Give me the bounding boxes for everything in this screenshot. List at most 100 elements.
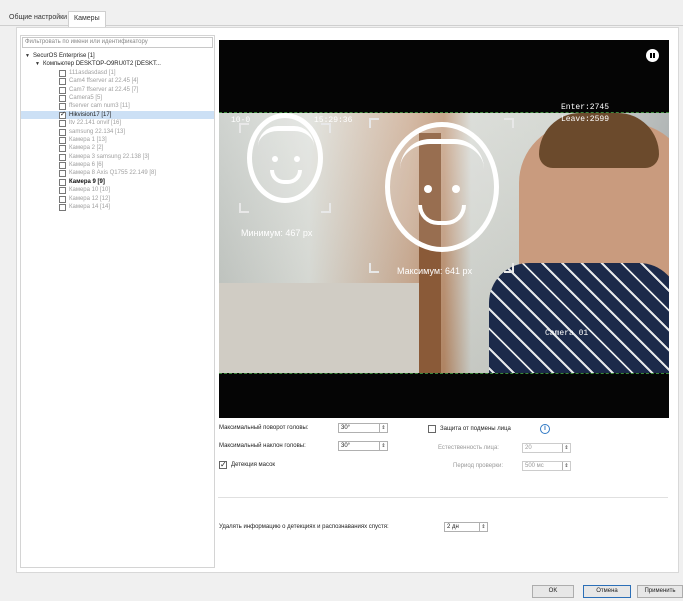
mask-detection-label: Детекция масок (231, 462, 276, 468)
tree-camera-item[interactable]: samsung 22.134 [13] (21, 128, 214, 136)
tree-camera-item[interactable]: Камера 12 [12] (21, 195, 214, 203)
check-period-spinner[interactable]: 500 мс ⇕ (522, 461, 571, 471)
camera-label: ltv 22.141 onvif [16] (69, 120, 122, 127)
tree-camera-item[interactable]: Camera5 [5] (21, 94, 214, 102)
naturalness-spinner[interactable]: 20 ⇕ (522, 443, 571, 453)
tree-camera-item[interactable]: Камера 9 [9] (21, 178, 214, 186)
min-face-frame (239, 123, 331, 213)
divider (218, 497, 668, 498)
camera-checkbox[interactable] (59, 120, 66, 128)
tree-camera-item[interactable]: ltv 22.141 onvif [16] (21, 119, 214, 128)
spin-arrows-icon[interactable]: ⇕ (379, 424, 387, 432)
head-turn-label: Максимальный поворот головы: (219, 425, 309, 431)
camera-label: Камера 6 [6] (69, 162, 104, 169)
camera-checkbox[interactable] (59, 136, 66, 144)
tree-camera-item[interactable]: ffserver cam num3 [11] (21, 102, 214, 111)
camera-checkbox[interactable] (59, 69, 66, 77)
camera-label: Камера 8 Axis Q1755 22.149 [8] (69, 170, 157, 177)
delete-after-spinner[interactable]: 2 дн ⇕ (444, 522, 488, 532)
head-tilt-spinner[interactable]: 30° ⇕ (338, 441, 388, 451)
camera-label: Камера 12 [12] (69, 195, 110, 202)
apply-button[interactable]: Применить (637, 585, 683, 598)
spoof-protection-checkbox[interactable] (428, 425, 436, 433)
camera-checkbox[interactable] (59, 204, 66, 212)
camera-label: Hikvision17 [17] (69, 111, 112, 118)
filter-input[interactable]: Фильтровать по имени или идентификатору (22, 37, 213, 48)
tree-camera-item[interactable]: Cam7 ffserver at 22.45 [7] (21, 86, 214, 94)
camera-tree: ▼ SecurOS Enterprise [1] ▼ Компьютер DES… (21, 52, 214, 212)
head-tilt-value: 30° (341, 443, 351, 449)
spin-arrows-icon[interactable]: ⇕ (562, 444, 570, 452)
pause-icon[interactable] (646, 49, 659, 62)
tree-camera-item[interactable]: 111asdasdasd [1] (21, 69, 214, 77)
camera-tree-pane: Фильтровать по имени или идентификатору … (20, 35, 215, 568)
tab-bar: Общие настройки Камеры (0, 10, 683, 27)
mask-detection-checkbox[interactable] (219, 460, 227, 469)
tree-camera-item[interactable]: Камера 6 [6] (21, 161, 214, 170)
cancel-button[interactable]: Отмена (583, 585, 631, 598)
tree-camera-item[interactable]: Камера 2 [2] (21, 144, 214, 153)
camera-checkbox[interactable] (59, 111, 66, 119)
camera-label: 111asdasdasd [1] (69, 69, 116, 76)
min-size-label: Минимум: 467 px (241, 228, 313, 238)
naturalness-value: 20 (525, 445, 532, 451)
camera-checkbox[interactable] (59, 103, 66, 111)
overlay-camera-name: Camera 01 (545, 329, 589, 338)
camera-preview: 10-0 15:29:36 Enter:2745 Leave:2599 Came… (219, 40, 669, 418)
tree-camera-item[interactable]: Камера 8 Axis Q1755 22.149 [8] (21, 169, 214, 178)
tree-camera-item[interactable]: Камера 1 [13] (21, 136, 214, 144)
camera-checkbox[interactable] (59, 94, 66, 102)
overlay-enter-count: Enter:2745 (561, 103, 610, 112)
tree-root[interactable]: ▼ SecurOS Enterprise [1] (21, 52, 214, 60)
camera-label: Камера 1 [13] (69, 136, 107, 143)
tree-root-label: SecurOS Enterprise [1] (33, 53, 95, 59)
spin-arrows-icon[interactable]: ⇕ (562, 462, 570, 470)
spin-arrows-icon[interactable]: ⇕ (379, 442, 387, 450)
ok-button[interactable]: OK (532, 585, 574, 598)
camera-checkbox[interactable] (59, 162, 66, 170)
tab-general-settings[interactable]: Общие настройки (4, 11, 72, 26)
camera-checkbox[interactable] (59, 145, 66, 153)
tree-camera-item[interactable]: Hikvision17 [17] (21, 110, 214, 119)
delete-after-label: Удалять информацию о детекциях и распозн… (219, 524, 389, 530)
max-face-icon (385, 122, 499, 252)
tree-camera-item[interactable]: Камера 14 [14] (21, 203, 214, 212)
camera-label: Камера 14 [14] (69, 204, 110, 211)
camera-checkbox[interactable] (59, 128, 66, 136)
delete-after-value: 2 дн (447, 524, 459, 530)
camera-checkbox[interactable] (59, 178, 66, 186)
camera-checkbox[interactable] (59, 86, 66, 94)
chevron-down-icon[interactable]: ▼ (35, 60, 40, 68)
info-icon[interactable]: i (540, 424, 550, 434)
tree-computer[interactable]: ▼ Компьютер DESKTOP-O9RU0T2 [DESKT... (21, 60, 214, 68)
chevron-down-icon[interactable]: ▼ (25, 52, 30, 60)
spin-arrows-icon[interactable]: ⇕ (479, 523, 487, 531)
tree-computer-label: Компьютер DESKTOP-O9RU0T2 [DESKT... (43, 61, 161, 68)
camera-checkbox[interactable] (59, 187, 66, 195)
camera-label: Камера 2 [2] (69, 145, 104, 152)
head-turn-spinner[interactable]: 30° ⇕ (338, 423, 388, 433)
tree-camera-item[interactable]: Камера 10 [10] (21, 186, 214, 195)
head-turn-value: 30° (341, 425, 351, 431)
tab-cameras[interactable]: Камеры (68, 11, 106, 27)
check-period-value: 500 мс (525, 463, 544, 469)
camera-label: samsung 22.134 [13] (69, 128, 126, 135)
camera-label: Cam7 ffserver at 22.45 [7] (69, 86, 139, 93)
camera-checkbox[interactable] (59, 78, 66, 86)
check-period-label: Период проверки: (453, 463, 504, 469)
camera-label: Камера 10 [10] (69, 187, 110, 194)
camera-label: Камера 9 [9] (69, 178, 105, 185)
frame-bottom-line (219, 373, 669, 374)
spoof-protection-label: Защита от подмены лица (440, 426, 511, 432)
camera-label: ffserver cam num3 [11] (69, 103, 130, 110)
camera-checkbox[interactable] (59, 195, 66, 203)
camera-label: Камера 3 samsung 22.138 [3] (69, 153, 150, 160)
camera-label: Camera5 [5] (69, 94, 103, 101)
naturalness-label: Естественность лица: (438, 445, 499, 451)
camera-checkbox[interactable] (59, 170, 66, 178)
tree-camera-item[interactable]: Cam4 ffserver at 22.45 [4] (21, 77, 214, 86)
max-size-label: Максимум: 641 px (397, 266, 473, 276)
overlay-leave-count: Leave:2599 (561, 115, 610, 124)
tree-camera-item[interactable]: Камера 3 samsung 22.138 [3] (21, 153, 214, 161)
camera-checkbox[interactable] (59, 153, 66, 161)
